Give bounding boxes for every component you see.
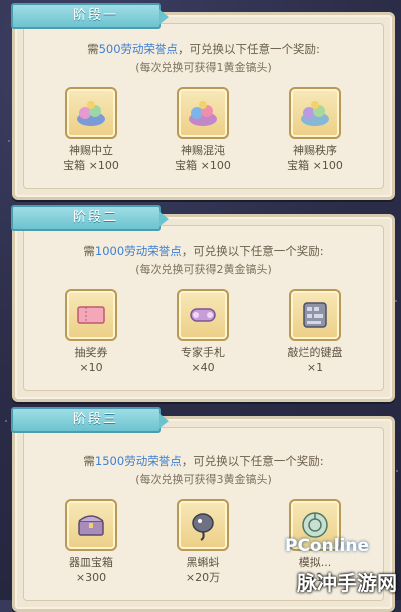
reward-note: (每次兑换可获得2黄金镐头)	[135, 263, 272, 276]
reward-label: 器皿宝箱 ×300	[69, 556, 113, 584]
stage-panel-2: 阶段二 需1000劳动荣誉点，可兑换以下任意一个奖励: (每次兑换可获得2黄金镐…	[11, 205, 395, 402]
stage-panel-1: 阶段一 需500劳动荣誉点，可兑换以下任意一个奖励: (每次兑换可获得1黄金镐头…	[11, 3, 395, 200]
reward-item[interactable]: 器皿宝箱 ×300	[41, 499, 141, 585]
reward-item[interactable]: 神赐混沌 宝箱 ×100	[153, 87, 253, 173]
requirement-points: 500劳动荣誉点	[98, 42, 179, 56]
reward-item[interactable]: 黑蝌蚪 ×20万	[153, 499, 253, 585]
requirement-text: 需500劳动荣誉点，可兑换以下任意一个奖励:	[87, 42, 320, 56]
reward-label: 专家手札 ×40	[181, 346, 225, 374]
star	[395, 300, 397, 302]
reward-item[interactable]: 神赐中立 宝箱 ×100	[41, 87, 141, 173]
ticket-icon	[65, 289, 117, 341]
reward-note: (每次兑换可获得1黄金镐头)	[135, 61, 272, 74]
stage-tab: 阶段三	[11, 407, 169, 433]
requirement-points: 1000劳动荣誉点	[94, 244, 182, 258]
star	[396, 470, 398, 472]
reward-item[interactable]: 神赐秩序 宝箱 ×100	[265, 87, 365, 173]
stage-tab: 阶段一	[11, 3, 169, 29]
candy-chest-icon	[289, 87, 341, 139]
requirement-text: 需1000劳动荣誉点，可兑换以下任意一个奖励:	[83, 244, 324, 258]
star	[5, 420, 7, 422]
reward-note: (每次兑换可获得3黄金镐头)	[135, 473, 272, 486]
app-watermark: 脉冲手游网	[297, 571, 397, 595]
candy-chest-icon	[177, 87, 229, 139]
requirement-text: 需1500劳动荣誉点，可兑换以下任意一个奖励:	[83, 454, 324, 468]
reward-label: 神赐中立 宝箱 ×100	[63, 144, 119, 172]
expert-handbook-icon	[177, 289, 229, 341]
treasure-chest-icon	[65, 499, 117, 551]
reward-label: 敲烂的键盘 ×1	[287, 346, 343, 374]
reward-label: 神赐秩序 宝箱 ×100	[287, 144, 343, 172]
black-bomb-icon	[177, 499, 229, 551]
candy-chest-icon	[65, 87, 117, 139]
reward-label: 神赐混沌 宝箱 ×100	[175, 144, 231, 172]
rusty-keyboard-icon	[289, 289, 341, 341]
reward-item[interactable]: 敲烂的键盘 ×1	[265, 289, 365, 375]
reward-label: 抽奖券 ×10	[74, 346, 108, 374]
requirement-points: 1500劳动荣誉点	[94, 454, 182, 468]
pconline-watermark: PConline	[284, 536, 369, 556]
stage-tab: 阶段二	[11, 205, 169, 231]
reward-item[interactable]: 专家手札 ×40	[153, 289, 253, 375]
reward-label: 黑蝌蚪 ×20万	[185, 556, 221, 584]
reward-item[interactable]: 抽奖券 ×10	[41, 289, 141, 375]
star	[8, 140, 10, 142]
